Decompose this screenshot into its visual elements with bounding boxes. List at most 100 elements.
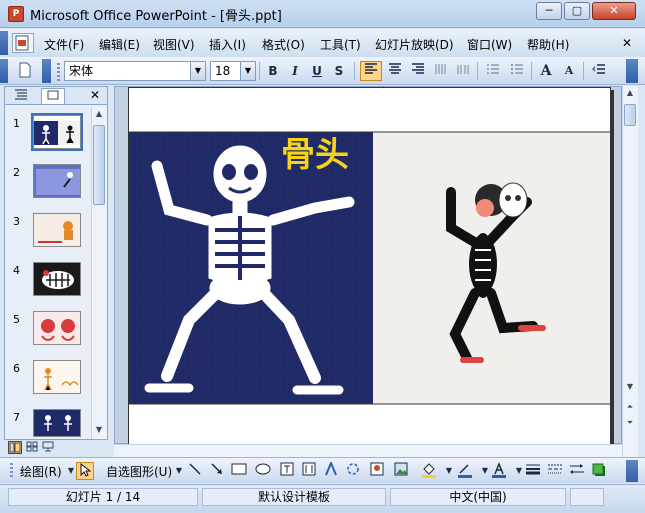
slide-sorter-view-icon[interactable] xyxy=(26,441,40,454)
slide-editing-area: 骨头 xyxy=(114,86,622,447)
tab-slides[interactable] xyxy=(41,88,65,104)
autoshapes-menu-button[interactable]: 自选图形(U) xyxy=(106,463,172,480)
current-slide[interactable]: 骨头 xyxy=(128,87,611,447)
menu-view[interactable]: 视图(V) xyxy=(153,36,195,53)
scroll-down-arrow[interactable]: ▼ xyxy=(92,423,106,437)
decrease-font-button[interactable]: A xyxy=(558,61,580,81)
decrease-indent-icon[interactable] xyxy=(588,61,610,81)
scroll-up-arrow[interactable]: ▲ xyxy=(623,86,637,100)
numbering-icon[interactable] xyxy=(482,61,504,81)
toolbar-overflow-chevron[interactable] xyxy=(626,59,638,83)
status-empty-cell xyxy=(570,488,604,506)
align-center-icon[interactable] xyxy=(384,61,406,81)
increase-font-button[interactable]: A xyxy=(535,61,557,81)
menu-format[interactable]: 格式(O) xyxy=(262,36,305,53)
toolbar-grip xyxy=(57,63,60,81)
slide-thumbnail-5[interactable] xyxy=(33,311,81,345)
align-right-icon[interactable] xyxy=(407,61,429,81)
close-button[interactable]: ✕ xyxy=(592,2,636,20)
line-color-icon[interactable] xyxy=(456,462,474,480)
slide-thumbnail-7[interactable] xyxy=(33,409,81,437)
shadow-button[interactable]: S xyxy=(329,61,349,81)
previous-slide-icon[interactable]: ⏶ xyxy=(623,400,637,414)
chevron-down-icon[interactable]: ▼ xyxy=(240,62,255,80)
underline-button[interactable]: U xyxy=(307,61,327,81)
menu-tools[interactable]: 工具(T) xyxy=(320,36,361,53)
clip-art-icon[interactable] xyxy=(368,462,386,480)
font-size-select[interactable]: 18 ▼ xyxy=(210,61,256,81)
menu-help[interactable]: 帮助(H) xyxy=(527,36,569,53)
oval-tool-icon[interactable] xyxy=(254,462,272,480)
bold-button[interactable]: B xyxy=(263,61,283,81)
toolbar-separator xyxy=(477,62,478,80)
font-name-value: 宋体 xyxy=(69,64,94,78)
title-bar: P Microsoft Office PowerPoint - [骨头.ppt]… xyxy=(0,0,645,28)
bullets-icon[interactable] xyxy=(506,61,528,81)
rectangle-tool-icon[interactable] xyxy=(230,462,248,480)
main-vertical-scrollbar[interactable]: ▲ ▼ ⏶ ⏷ xyxy=(622,86,638,458)
font-name-select[interactable]: 宋体 ▼ xyxy=(64,61,206,81)
slide-thumbnail-1[interactable] xyxy=(31,113,83,151)
slideshow-view-icon[interactable] xyxy=(42,441,56,454)
font-size-value: 18 xyxy=(215,64,231,78)
line-tool-icon[interactable] xyxy=(186,462,204,480)
slide-thumbnail-2[interactable] xyxy=(33,164,81,198)
new-document-icon[interactable] xyxy=(14,61,36,81)
main-horizontal-scrollbar[interactable] xyxy=(114,444,622,458)
menu-file[interactable]: 文件(F) xyxy=(44,36,84,53)
normal-view-icon[interactable] xyxy=(8,441,22,454)
status-bar: 幻灯片 1 / 14 默认设计模板 中文(中国) xyxy=(0,484,645,513)
tab-outline[interactable] xyxy=(9,88,33,104)
close-document-icon[interactable]: ✕ xyxy=(622,36,632,50)
pane-close-icon[interactable]: ✕ xyxy=(83,88,107,104)
next-slide-icon[interactable]: ⏷ xyxy=(623,416,637,430)
arrow-style-icon[interactable] xyxy=(568,462,586,480)
toolbar-handle[interactable] xyxy=(0,31,8,55)
slide-picture: 骨头 xyxy=(129,88,610,446)
menu-edit[interactable]: 编辑(E) xyxy=(99,36,140,53)
minimize-button[interactable]: ─ xyxy=(536,2,562,20)
arrow-tool-icon[interactable] xyxy=(208,462,226,480)
design-template-name[interactable]: 默认设计模板 xyxy=(202,488,386,506)
font-color-icon[interactable] xyxy=(490,461,508,480)
document-icon[interactable] xyxy=(12,33,34,53)
shadow-style-icon[interactable] xyxy=(590,462,608,480)
restore-button[interactable]: ▢ xyxy=(564,2,590,20)
insert-picture-icon[interactable] xyxy=(392,462,410,480)
scrollbar-thumb[interactable] xyxy=(93,125,105,205)
menu-bar: 文件(F) 编辑(E) 视图(V) 插入(I) 格式(O) 工具(T) 幻灯片放… xyxy=(0,29,645,57)
scroll-up-arrow[interactable]: ▲ xyxy=(92,107,106,121)
fill-color-icon[interactable] xyxy=(420,462,438,480)
powerpoint-app-icon[interactable]: P xyxy=(8,6,24,22)
menu-insert[interactable]: 插入(I) xyxy=(209,36,246,53)
slide-title-text: 骨头 xyxy=(281,135,349,175)
slide-thumbnail-6[interactable] xyxy=(33,360,81,394)
wordart-icon[interactable] xyxy=(322,460,340,480)
menu-window[interactable]: 窗口(W) xyxy=(467,36,512,53)
vertical-text-box-icon[interactable] xyxy=(300,462,318,480)
scrollbar-thumb[interactable] xyxy=(624,104,636,126)
menu-slideshow[interactable]: 幻灯片放映(D) xyxy=(375,36,454,53)
italic-button[interactable]: I xyxy=(285,61,305,81)
language-indicator: 中文(中国) xyxy=(390,488,566,506)
slide-thumbnail-4[interactable] xyxy=(33,262,81,296)
text-box-icon[interactable] xyxy=(278,462,296,480)
toolbar-handle[interactable] xyxy=(0,59,8,83)
scroll-down-arrow[interactable]: ▼ xyxy=(623,380,637,394)
view-buttons xyxy=(6,441,108,455)
diagram-icon[interactable] xyxy=(344,462,362,480)
select-pointer-icon[interactable] xyxy=(76,462,94,480)
slides-pane-scrollbar[interactable]: ▲ ▼ xyxy=(91,107,107,439)
slide-thumbnail-3[interactable] xyxy=(33,213,81,247)
slide-number: 4 xyxy=(13,264,20,277)
draw-menu-button[interactable]: 绘图(R) xyxy=(20,463,62,480)
slide-number: 5 xyxy=(13,313,20,326)
dash-style-icon[interactable] xyxy=(546,462,564,480)
toolbar-overflow-chevron[interactable] xyxy=(42,59,51,83)
toolbar-overflow-chevron[interactable] xyxy=(626,460,638,482)
line-style-icon[interactable] xyxy=(524,462,542,480)
slides-pane: ✕ 1 2 3 4 5 6 7 ▲ ▼ xyxy=(4,86,108,440)
slide-number: 3 xyxy=(13,215,20,228)
align-left-icon[interactable] xyxy=(360,61,382,81)
chevron-down-icon[interactable]: ▼ xyxy=(190,62,205,80)
